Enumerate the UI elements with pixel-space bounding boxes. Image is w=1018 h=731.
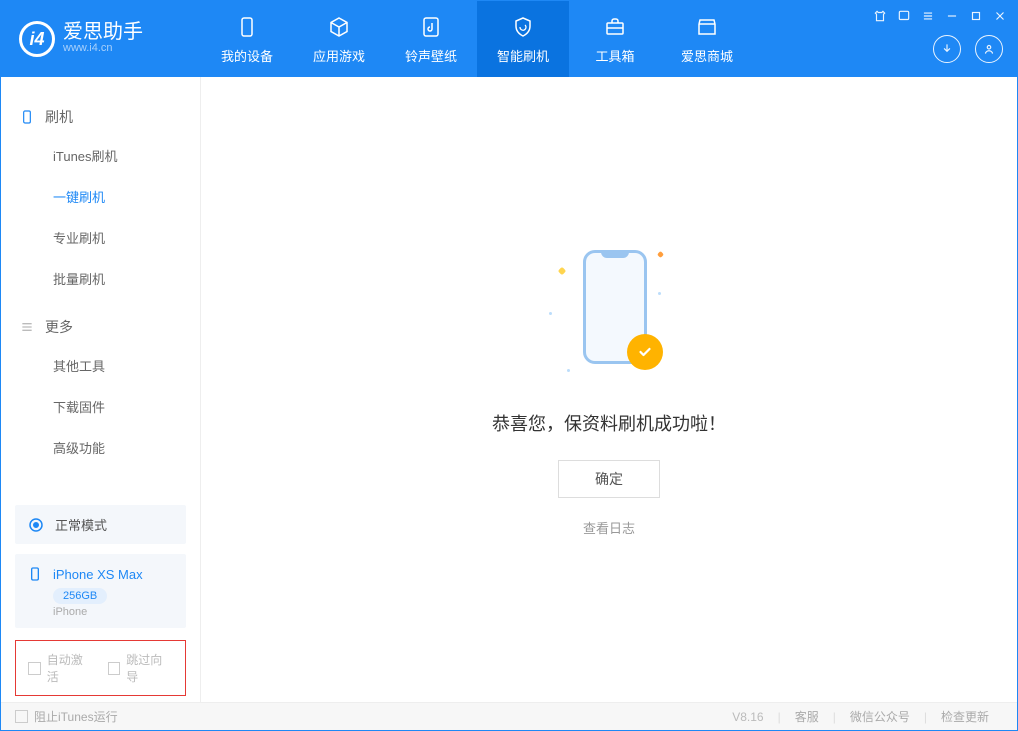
sidebar-item-other-tools[interactable]: 其他工具 [1, 345, 200, 386]
nav-label: 智能刷机 [497, 46, 549, 65]
app-url: www.i4.cn [63, 42, 143, 55]
nav-apps-games[interactable]: 应用游戏 [293, 1, 385, 77]
device-info-box[interactable]: iPhone XS Max 256GB iPhone [15, 554, 186, 628]
sidebar-item-advanced[interactable]: 高级功能 [1, 427, 200, 468]
nav-label: 应用游戏 [313, 46, 365, 65]
menu-icon[interactable] [921, 9, 935, 23]
device-storage: 256GB [53, 588, 107, 604]
device-type: iPhone [53, 606, 174, 618]
download-icon[interactable] [933, 35, 961, 63]
list-icon [19, 319, 35, 335]
user-icon[interactable] [975, 35, 1003, 63]
phone-outline-icon [19, 109, 35, 125]
checkbox-skip-guide[interactable]: 跳过向导 [108, 651, 174, 685]
maximize-icon[interactable] [969, 9, 983, 23]
version-label: V8.16 [718, 710, 777, 724]
sidebar-item-onekey-flash[interactable]: 一键刷机 [1, 176, 200, 217]
cube-icon [326, 14, 352, 40]
highlighted-options: 自动激活 跳过向导 [15, 640, 186, 696]
footer-link-support[interactable]: 客服 [781, 708, 833, 725]
checkbox-icon [108, 662, 121, 675]
footer-link-update[interactable]: 检查更新 [927, 708, 1003, 725]
app-logo[interactable]: i4 爱思助手 www.i4.cn [1, 21, 201, 57]
feedback-icon[interactable] [897, 9, 911, 23]
device-name: iPhone XS Max [53, 567, 143, 582]
sidebar-header-label: 刷机 [45, 107, 73, 127]
nav-label: 工具箱 [595, 46, 634, 65]
logo-icon: i4 [19, 21, 55, 57]
sidebar-header-label: 更多 [45, 317, 73, 337]
store-icon [694, 14, 720, 40]
close-icon[interactable] [993, 9, 1007, 23]
shield-refresh-icon [510, 14, 536, 40]
footer-link-wechat[interactable]: 微信公众号 [836, 708, 924, 725]
success-illustration [539, 242, 679, 382]
toolbox-icon [602, 14, 628, 40]
nav-my-device[interactable]: 我的设备 [201, 1, 293, 77]
checkbox-icon [28, 662, 41, 675]
sidebar-header-flash: 刷机 [1, 99, 200, 135]
sidebar-header-more: 更多 [1, 309, 200, 345]
nav-toolbox[interactable]: 工具箱 [569, 1, 661, 77]
checkbox-label: 自动激活 [47, 651, 94, 685]
sidebar-item-pro-flash[interactable]: 专业刷机 [1, 217, 200, 258]
checkbox-block-itunes[interactable]: 阻止iTunes运行 [15, 708, 118, 725]
sidebar-item-download-firmware[interactable]: 下载固件 [1, 386, 200, 427]
device-icon [27, 566, 43, 582]
minimize-icon[interactable] [945, 9, 959, 23]
nav-store[interactable]: 爱思商城 [661, 1, 753, 77]
nav-label: 铃声壁纸 [405, 46, 457, 65]
phone-icon [234, 14, 260, 40]
success-message: 恭喜您，保资料刷机成功啦！ [492, 410, 726, 436]
nav-ringtones[interactable]: 铃声壁纸 [385, 1, 477, 77]
sidebar-item-batch-flash[interactable]: 批量刷机 [1, 258, 200, 299]
nav-smart-flash[interactable]: 智能刷机 [477, 1, 569, 77]
checkbox-label: 阻止iTunes运行 [34, 708, 118, 725]
mode-label: 正常模式 [55, 515, 107, 534]
music-file-icon [418, 14, 444, 40]
nav-label: 爱思商城 [681, 46, 733, 65]
checkbox-label: 跳过向导 [126, 651, 173, 685]
checkbox-icon [15, 710, 28, 723]
device-mode-box[interactable]: 正常模式 [15, 505, 186, 544]
skin-icon[interactable] [873, 9, 887, 23]
checkmark-icon [627, 334, 663, 370]
checkbox-auto-activate[interactable]: 自动激活 [28, 651, 94, 685]
mode-icon [27, 516, 45, 534]
view-log-link[interactable]: 查看日志 [583, 518, 635, 537]
confirm-button[interactable]: 确定 [558, 460, 660, 498]
sidebar-item-itunes-flash[interactable]: iTunes刷机 [1, 135, 200, 176]
app-title: 爱思助手 [63, 22, 143, 42]
nav-label: 我的设备 [221, 46, 273, 65]
